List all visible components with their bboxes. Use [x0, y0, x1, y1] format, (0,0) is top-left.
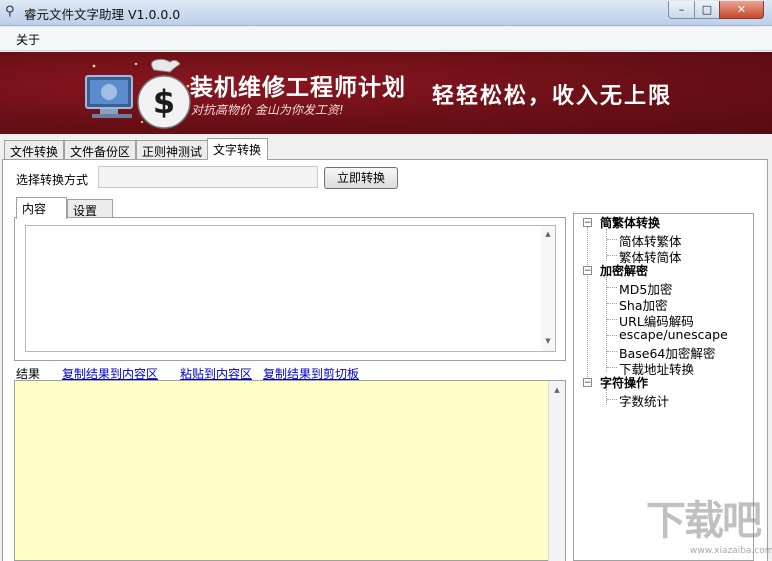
banner-subtitle: 对抗高物价 金山为你发工资! [191, 103, 344, 117]
content-scrollbar[interactable]: ▲ ▼ [541, 226, 555, 351]
close-button[interactable]: ✕ [719, 1, 764, 19]
scroll-up-icon[interactable]: ▲ [541, 230, 555, 238]
ad-banner[interactable]: $ 装机维修工程师计划 对抗高物价 金山为你发工资! 轻轻松松，收入无上限 [0, 52, 772, 134]
minimize-button[interactable]: – [668, 1, 695, 19]
subtab-settings[interactable]: 设置 [67, 199, 113, 218]
svg-text:$: $ [153, 83, 175, 121]
method-label: 选择转换方式 [16, 173, 89, 187]
tree-group-char-ops[interactable]: 字符操作 [600, 374, 648, 391]
tab-file-backup[interactable]: 文件备份区 [64, 140, 136, 159]
collapse-icon[interactable]: − [583, 218, 592, 228]
window-title: 睿元文件文字助理 V1.0.0.0 [24, 7, 181, 22]
tab-text-convert[interactable]: 文字转换 [207, 138, 268, 160]
watermark-logo: 下载吧 [646, 498, 762, 544]
collapse-icon[interactable]: − [583, 378, 592, 388]
banner-title: 装机维修工程师计划 [190, 75, 406, 101]
tree-group-encrypt-decrypt[interactable]: 加密解密 [600, 262, 648, 279]
menu-about[interactable]: 关于 [16, 31, 40, 48]
method-select[interactable] [98, 166, 318, 188]
watermark-url: www.xiazaiba.com [690, 546, 772, 556]
tab-regex-test[interactable]: 正则神测试 [136, 140, 208, 159]
title-bar: ⚲ 睿元文件文字助理 V1.0.0.0 [0, 0, 772, 26]
tree-item-word-count[interactable]: 字数统计 [619, 391, 669, 410]
menu-bar: 关于 [0, 27, 772, 51]
scroll-down-icon[interactable]: ▼ [541, 337, 555, 345]
collapse-icon[interactable]: − [583, 266, 592, 276]
money-bag-computer-icon: $ [85, 58, 191, 129]
maximize-button[interactable]: □ [694, 1, 720, 19]
tree-group-simplified-traditional[interactable]: 简繁体转换 [600, 214, 660, 231]
result-textarea[interactable] [14, 380, 566, 561]
subtab-content[interactable]: 内容 [16, 197, 67, 219]
banner-slogan: 轻轻松松，收入无上限 [432, 84, 673, 109]
app-icon: ⚲ [5, 4, 15, 19]
convert-button[interactable]: 立即转换 [324, 167, 398, 189]
tab-file-convert[interactable]: 文件转换 [4, 140, 64, 159]
tree-item-escape[interactable]: escape/unescape [619, 327, 728, 342]
scroll-up-icon[interactable]: ▲ [550, 386, 564, 394]
result-scrollbar[interactable]: ▲ [548, 381, 565, 561]
content-textarea[interactable] [25, 225, 556, 352]
